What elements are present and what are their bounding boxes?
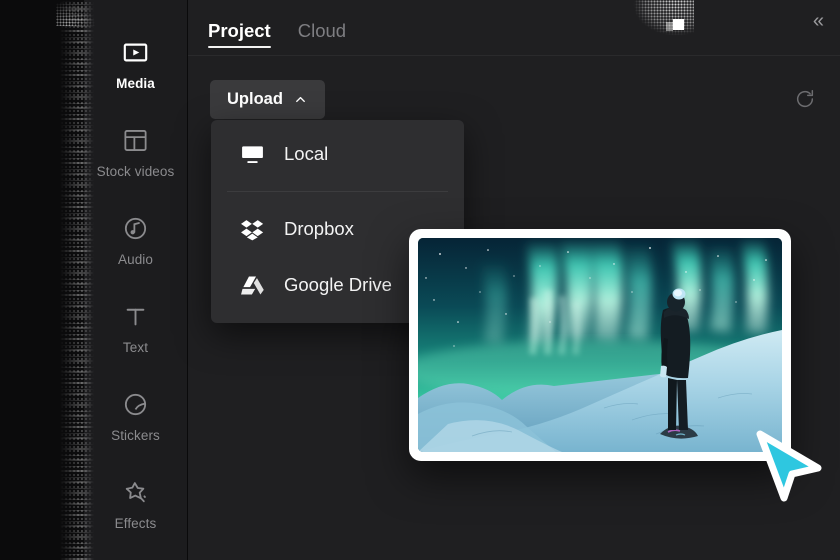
panel-tabs: Project Cloud	[208, 0, 346, 55]
sidebar-item-stickers[interactable]: Stickers	[84, 372, 187, 460]
upload-button-label: Upload	[227, 89, 283, 108]
noise-chip-white	[673, 19, 684, 30]
sidebar-item-stock-videos[interactable]: Stock videos	[84, 108, 187, 196]
sidebar-item-effects-label: Effects	[114, 516, 157, 531]
sticker-peel-icon	[121, 389, 151, 419]
menu-item-local[interactable]: Local	[211, 126, 464, 182]
sidebar-item-stock-videos-label: Stock videos	[96, 164, 175, 179]
sidebar-item-media[interactable]: Media	[84, 20, 187, 108]
chevron-up-icon	[293, 92, 308, 107]
media-play-rectangle-icon	[121, 37, 151, 67]
rail-divider	[187, 0, 188, 560]
tab-project[interactable]: Project	[208, 19, 271, 56]
layout-grid-icon	[121, 125, 151, 155]
sidebar-item-effects[interactable]: Effects	[84, 460, 187, 548]
app-root: Project Cloud « Upload Media Stock video…	[0, 0, 840, 560]
dropbox-icon	[239, 216, 265, 242]
monitor-icon	[239, 141, 265, 167]
backdrop-left	[0, 0, 84, 560]
sidebar-item-stickers-label: Stickers	[111, 428, 160, 443]
text-t-icon	[121, 301, 151, 331]
tab-project-label: Project	[208, 19, 271, 41]
google-drive-icon	[239, 272, 265, 298]
sidebar-item-audio[interactable]: Audio	[84, 196, 187, 284]
menu-divider	[227, 191, 448, 192]
aurora-illustration	[418, 238, 782, 452]
chevron-double-left-icon[interactable]: «	[812, 9, 824, 45]
sidebar-item-audio-label: Audio	[117, 252, 154, 267]
media-thumbnail-card[interactable]	[409, 229, 791, 461]
menu-item-dropbox-label: Dropbox	[284, 218, 354, 239]
sidebar-item-media-label: Media	[116, 76, 155, 91]
menu-item-google-drive-label: Google Drive	[284, 274, 392, 295]
sidebar-item-text-label: Text	[122, 340, 149, 355]
collapse-label: «	[812, 9, 824, 32]
left-sidebar: Media Stock videos Audio Text Stickers E…	[84, 0, 187, 560]
menu-item-local-label: Local	[284, 143, 329, 164]
aurora-image	[418, 238, 782, 452]
audio-note-circle-icon	[121, 213, 151, 243]
noise-chip-gray	[666, 22, 673, 31]
refresh-icon[interactable]	[792, 86, 818, 112]
panel-header: Project Cloud «	[188, 0, 840, 55]
sidebar-item-text[interactable]: Text	[84, 284, 187, 372]
tab-cloud[interactable]: Cloud	[297, 19, 347, 56]
effects-star-icon	[121, 477, 151, 507]
upload-button[interactable]: Upload	[210, 79, 325, 119]
tab-cloud-label: Cloud	[297, 19, 347, 41]
